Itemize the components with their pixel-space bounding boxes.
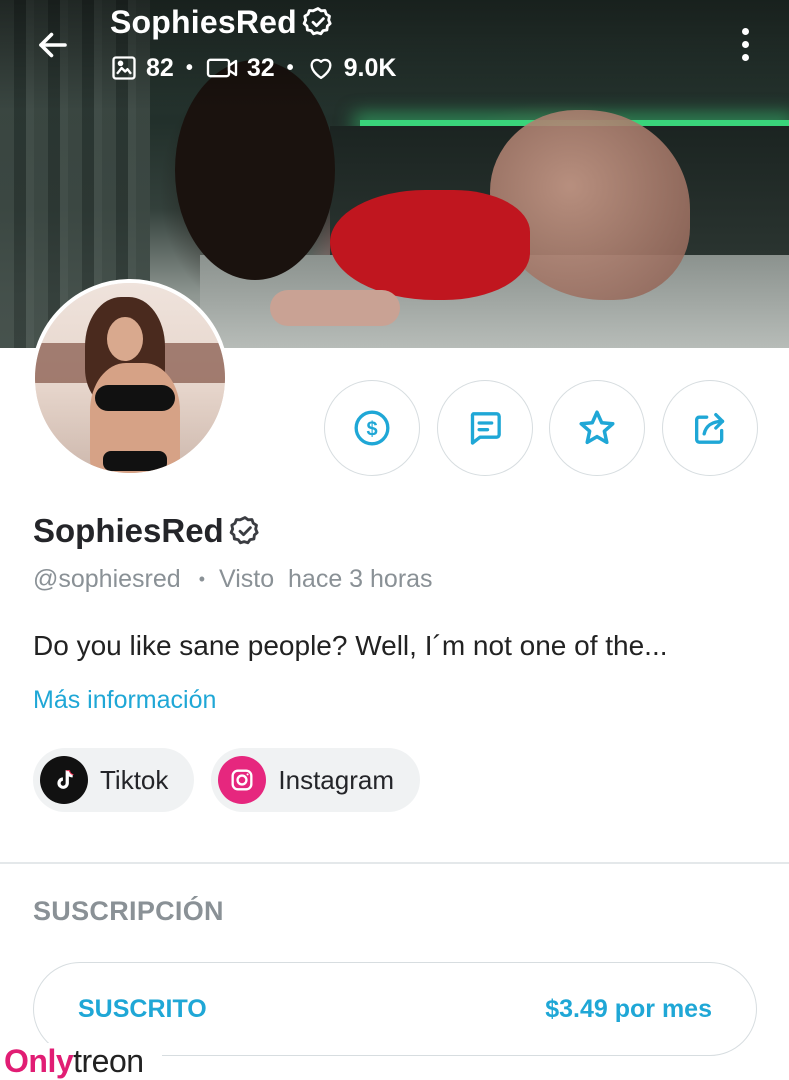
watermark-brand-a: Only [4, 1043, 74, 1079]
stat-videos-count: 32 [246, 53, 275, 82]
header-title-row: SophiesRed [110, 2, 396, 42]
social-link-instagram[interactable]: Instagram [211, 748, 420, 812]
share-icon [695, 413, 725, 444]
kebab-dot [741, 40, 749, 48]
handle-row: @sophiesred • Visto hace 3 horas [33, 565, 433, 594]
message-button[interactable] [437, 380, 533, 476]
stat-videos: 32 [205, 54, 275, 83]
avatar-face [107, 317, 143, 361]
dollar-icon: $ [354, 410, 390, 446]
subscription-state: SUSCRITO [78, 994, 207, 1023]
header-stats: 82 • 32 • 9.0K [110, 48, 396, 88]
svg-text:$: $ [366, 418, 377, 440]
handle-separator: • [198, 569, 205, 589]
profile-actions: $ [0, 380, 789, 476]
back-button[interactable] [30, 22, 76, 68]
social-link-tiktok[interactable]: Tiktok [33, 748, 195, 812]
more-info-link[interactable]: Más información [33, 686, 216, 715]
verified-badge-icon [301, 5, 335, 39]
last-seen: Visto hace 3 horas [219, 565, 433, 593]
watermark-logo: Only treon [0, 1043, 162, 1080]
favorite-button[interactable] [549, 380, 645, 476]
social-links: Tiktok Instagram [33, 748, 420, 812]
cover-figure-arm [270, 290, 400, 326]
subscription-price: $3.49 por mes [545, 994, 712, 1023]
social-label: Tiktok [100, 764, 169, 795]
profile-bio: Do you like sane people? Well, I´m not o… [33, 630, 668, 661]
watermark-brand-b: treon [73, 1043, 144, 1079]
heart-icon [310, 58, 332, 80]
profile-handle: @sophiesred [33, 565, 181, 593]
share-button[interactable] [662, 380, 758, 476]
stat-images-count: 82 [146, 53, 174, 82]
star-icon [579, 410, 615, 445]
header-info: SophiesRed 82 • 32 • 9.0K [110, 2, 396, 88]
video-icon [206, 58, 237, 78]
profile-name: SophiesRed [33, 512, 224, 549]
stat-separator: • [286, 56, 294, 79]
profile-name-row: SophiesRed [33, 512, 262, 550]
tip-button[interactable]: $ [324, 380, 420, 476]
stat-images: 82 [110, 54, 174, 83]
stat-likes-count: 9.0K [343, 53, 397, 82]
subscription-title: SUSCRIPCIÓN [33, 896, 224, 926]
instagram-icon [218, 756, 267, 804]
tiktok-icon [40, 756, 88, 804]
image-icon [112, 56, 136, 80]
message-icon [470, 412, 501, 445]
kebab-dot [741, 53, 749, 61]
more-options-button[interactable] [730, 22, 760, 66]
stat-likes: 9.0K [306, 53, 397, 83]
social-label: Instagram [278, 764, 394, 795]
section-divider [0, 862, 789, 864]
arrow-left-icon [39, 32, 67, 58]
subscription-button[interactable]: SUSCRITO $3.49 por mes [33, 962, 757, 1056]
verified-badge-icon [228, 514, 262, 548]
header-title: SophiesRed [110, 3, 297, 40]
stat-separator: • [185, 56, 193, 79]
kebab-dot [741, 27, 749, 35]
